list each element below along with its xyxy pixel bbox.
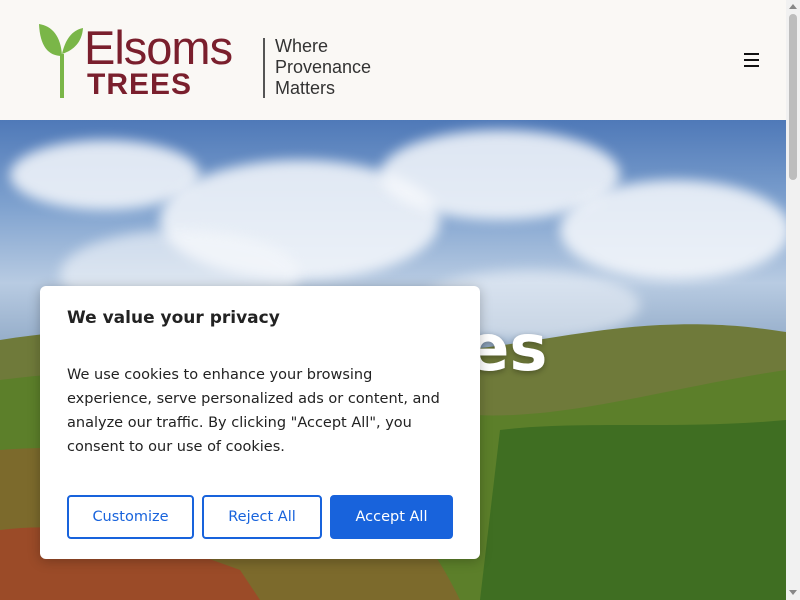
scroll-up-icon[interactable] <box>789 4 797 9</box>
accept-all-button[interactable]: Accept All <box>330 495 453 539</box>
hamburger-menu-icon[interactable] <box>740 50 762 70</box>
scroll-down-icon[interactable] <box>789 590 797 595</box>
site-header: Elsoms TREES Where Provenance Matters <box>0 0 786 120</box>
tagline-line-3: Matters <box>275 78 336 98</box>
cookie-consent-dialog: We value your privacy We use cookies to … <box>40 286 480 559</box>
sprout-logo-icon <box>39 24 83 98</box>
cookie-title: We value your privacy <box>67 308 280 328</box>
reject-all-button[interactable]: Reject All <box>202 495 322 539</box>
hero-cloud <box>560 180 786 280</box>
logo-brand-top: Elsoms <box>84 21 233 74</box>
page-scrollbar[interactable] <box>786 0 800 600</box>
customize-button[interactable]: Customize <box>67 495 194 539</box>
tagline-line-2: Provenance <box>275 57 372 77</box>
scrollbar-thumb[interactable] <box>789 14 797 180</box>
logo-brand-bottom: TREES <box>87 68 193 101</box>
logo-tagline: Where Provenance Matters <box>275 36 371 99</box>
elsoms-trees-logo[interactable]: Elsoms TREES Where Provenance Matters <box>38 20 371 101</box>
tagline-line-1: Where <box>275 36 329 56</box>
logo-divider <box>263 38 265 98</box>
cookie-description: We use cookies to enhance your browsing … <box>67 367 440 455</box>
